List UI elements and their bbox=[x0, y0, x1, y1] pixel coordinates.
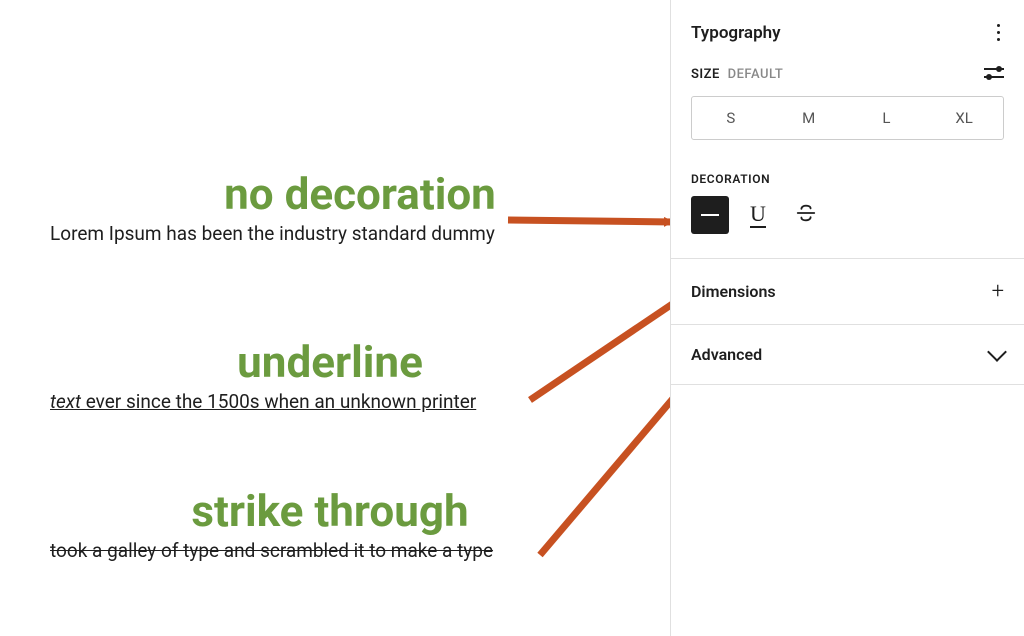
advanced-title: Advanced bbox=[691, 345, 762, 364]
typography-header: Typography bbox=[671, 0, 1024, 57]
heading-underline: underline bbox=[50, 338, 610, 386]
size-label-text: SIZE bbox=[691, 67, 720, 82]
sample-text-no-decoration: Lorem Ipsum has been the industry standa… bbox=[50, 222, 610, 245]
size-label: SIZE DEFAULT bbox=[691, 63, 783, 82]
decoration-button-group: U bbox=[671, 196, 1024, 258]
size-label-row: SIZE DEFAULT bbox=[671, 57, 1024, 92]
size-xl-button[interactable]: XL bbox=[925, 97, 1003, 139]
size-default-text: DEFAULT bbox=[724, 67, 783, 82]
typography-panel: Typography SIZE DEFAULT S M L XL DECORAT… bbox=[671, 0, 1024, 259]
sample-text-underline: text ever since the 1500s when an unknow… bbox=[50, 390, 610, 413]
plus-icon: + bbox=[992, 279, 1004, 304]
example-strike: strike through took a galley of type and… bbox=[50, 487, 610, 562]
size-button-group: S M L XL bbox=[691, 96, 1004, 140]
chevron-down-icon bbox=[990, 351, 1004, 359]
heading-strike: strike through bbox=[50, 487, 610, 535]
heading-no-decoration: no decoration bbox=[50, 170, 610, 218]
advanced-panel-toggle[interactable]: Advanced bbox=[671, 325, 1024, 385]
strikethrough-icon bbox=[795, 202, 817, 229]
underline-icon: U bbox=[750, 203, 766, 228]
sample-text-underline-rest: ever since the 1500s when an unknown pri… bbox=[81, 390, 476, 413]
typography-options-button[interactable] bbox=[993, 18, 1004, 47]
example-underline: underline text ever since the 1500s when… bbox=[50, 338, 610, 413]
decoration-underline-button[interactable]: U bbox=[739, 196, 777, 234]
minus-icon bbox=[701, 214, 719, 216]
sample-text-underline-italic: text bbox=[50, 390, 81, 413]
decoration-label: DECORATION bbox=[671, 158, 1024, 196]
size-m-button[interactable]: M bbox=[770, 97, 848, 139]
decoration-strikethrough-button[interactable] bbox=[787, 196, 825, 234]
size-l-button[interactable]: L bbox=[848, 97, 926, 139]
example-no-decoration: no decoration Lorem Ipsum has been the i… bbox=[50, 170, 610, 245]
dimensions-panel-toggle[interactable]: Dimensions + bbox=[671, 259, 1024, 325]
dimensions-title: Dimensions bbox=[691, 282, 776, 301]
editor-canvas: no decoration Lorem Ipsum has been the i… bbox=[0, 0, 670, 636]
size-s-button[interactable]: S bbox=[692, 97, 770, 139]
size-custom-toggle[interactable] bbox=[984, 65, 1004, 81]
block-settings-sidebar: Typography SIZE DEFAULT S M L XL DECORAT… bbox=[670, 0, 1024, 636]
decoration-none-button[interactable] bbox=[691, 196, 729, 234]
sample-text-strike: took a galley of type and scrambled it t… bbox=[50, 539, 610, 562]
typography-title: Typography bbox=[691, 23, 781, 43]
